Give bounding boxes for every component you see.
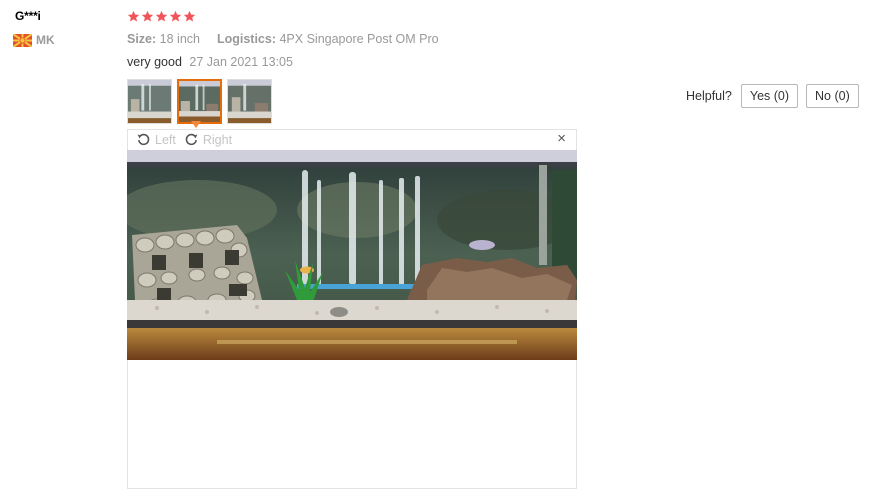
- active-thumbnail-pointer: [191, 121, 201, 128]
- rotate-left-button[interactable]: Left: [136, 132, 176, 147]
- review-thumbnails: [127, 79, 272, 124]
- image-viewer: Left Right ×: [127, 129, 577, 489]
- review-comment-row: very good 27 Jan 2021 13:05: [127, 55, 293, 69]
- reviewer-country: MK: [13, 33, 55, 47]
- rotate-right-label: Right: [202, 132, 233, 147]
- helpful-label: Helpful?: [686, 89, 732, 103]
- helpful-no-button[interactable]: No (0): [806, 84, 859, 108]
- star-icon: [155, 10, 168, 22]
- order-info: Size: 18 inch Logistics: 4PX Singapore P…: [127, 32, 439, 46]
- macedonia-flag-icon: [13, 33, 32, 47]
- star-icon: [169, 10, 182, 22]
- star-icon: [183, 10, 196, 22]
- review-thumbnail-3[interactable]: [227, 79, 272, 124]
- helpful-vote: Helpful? Yes (0) No (0): [686, 84, 859, 108]
- size-value: 18 inch: [159, 32, 200, 46]
- logistics-value: 4PX Singapore Post OM Pro: [279, 32, 439, 46]
- review-comment: very good: [127, 55, 182, 69]
- rotate-right-icon: [185, 133, 198, 146]
- close-icon[interactable]: ×: [557, 131, 566, 147]
- rotate-left-label: Left: [155, 132, 176, 147]
- rotate-left-icon: [137, 133, 150, 146]
- size-label: Size:: [127, 32, 157, 46]
- review-thumbnail-2[interactable]: [177, 79, 222, 124]
- rotate-right-button[interactable]: Right: [184, 132, 232, 147]
- star-icon: [127, 10, 140, 22]
- country-code: MK: [36, 33, 55, 47]
- logistics-label: Logistics:: [216, 32, 276, 46]
- helpful-yes-button[interactable]: Yes (0): [740, 84, 799, 108]
- rating-stars: [127, 10, 196, 23]
- viewer-toolbar: Left Right: [136, 132, 232, 147]
- review-thumbnail-1[interactable]: [127, 79, 172, 124]
- star-icon: [141, 10, 154, 22]
- review-photo: [127, 150, 577, 360]
- review-date: 27 Jan 2021 13:05: [189, 55, 293, 69]
- reviewer-name: G***i: [15, 9, 41, 23]
